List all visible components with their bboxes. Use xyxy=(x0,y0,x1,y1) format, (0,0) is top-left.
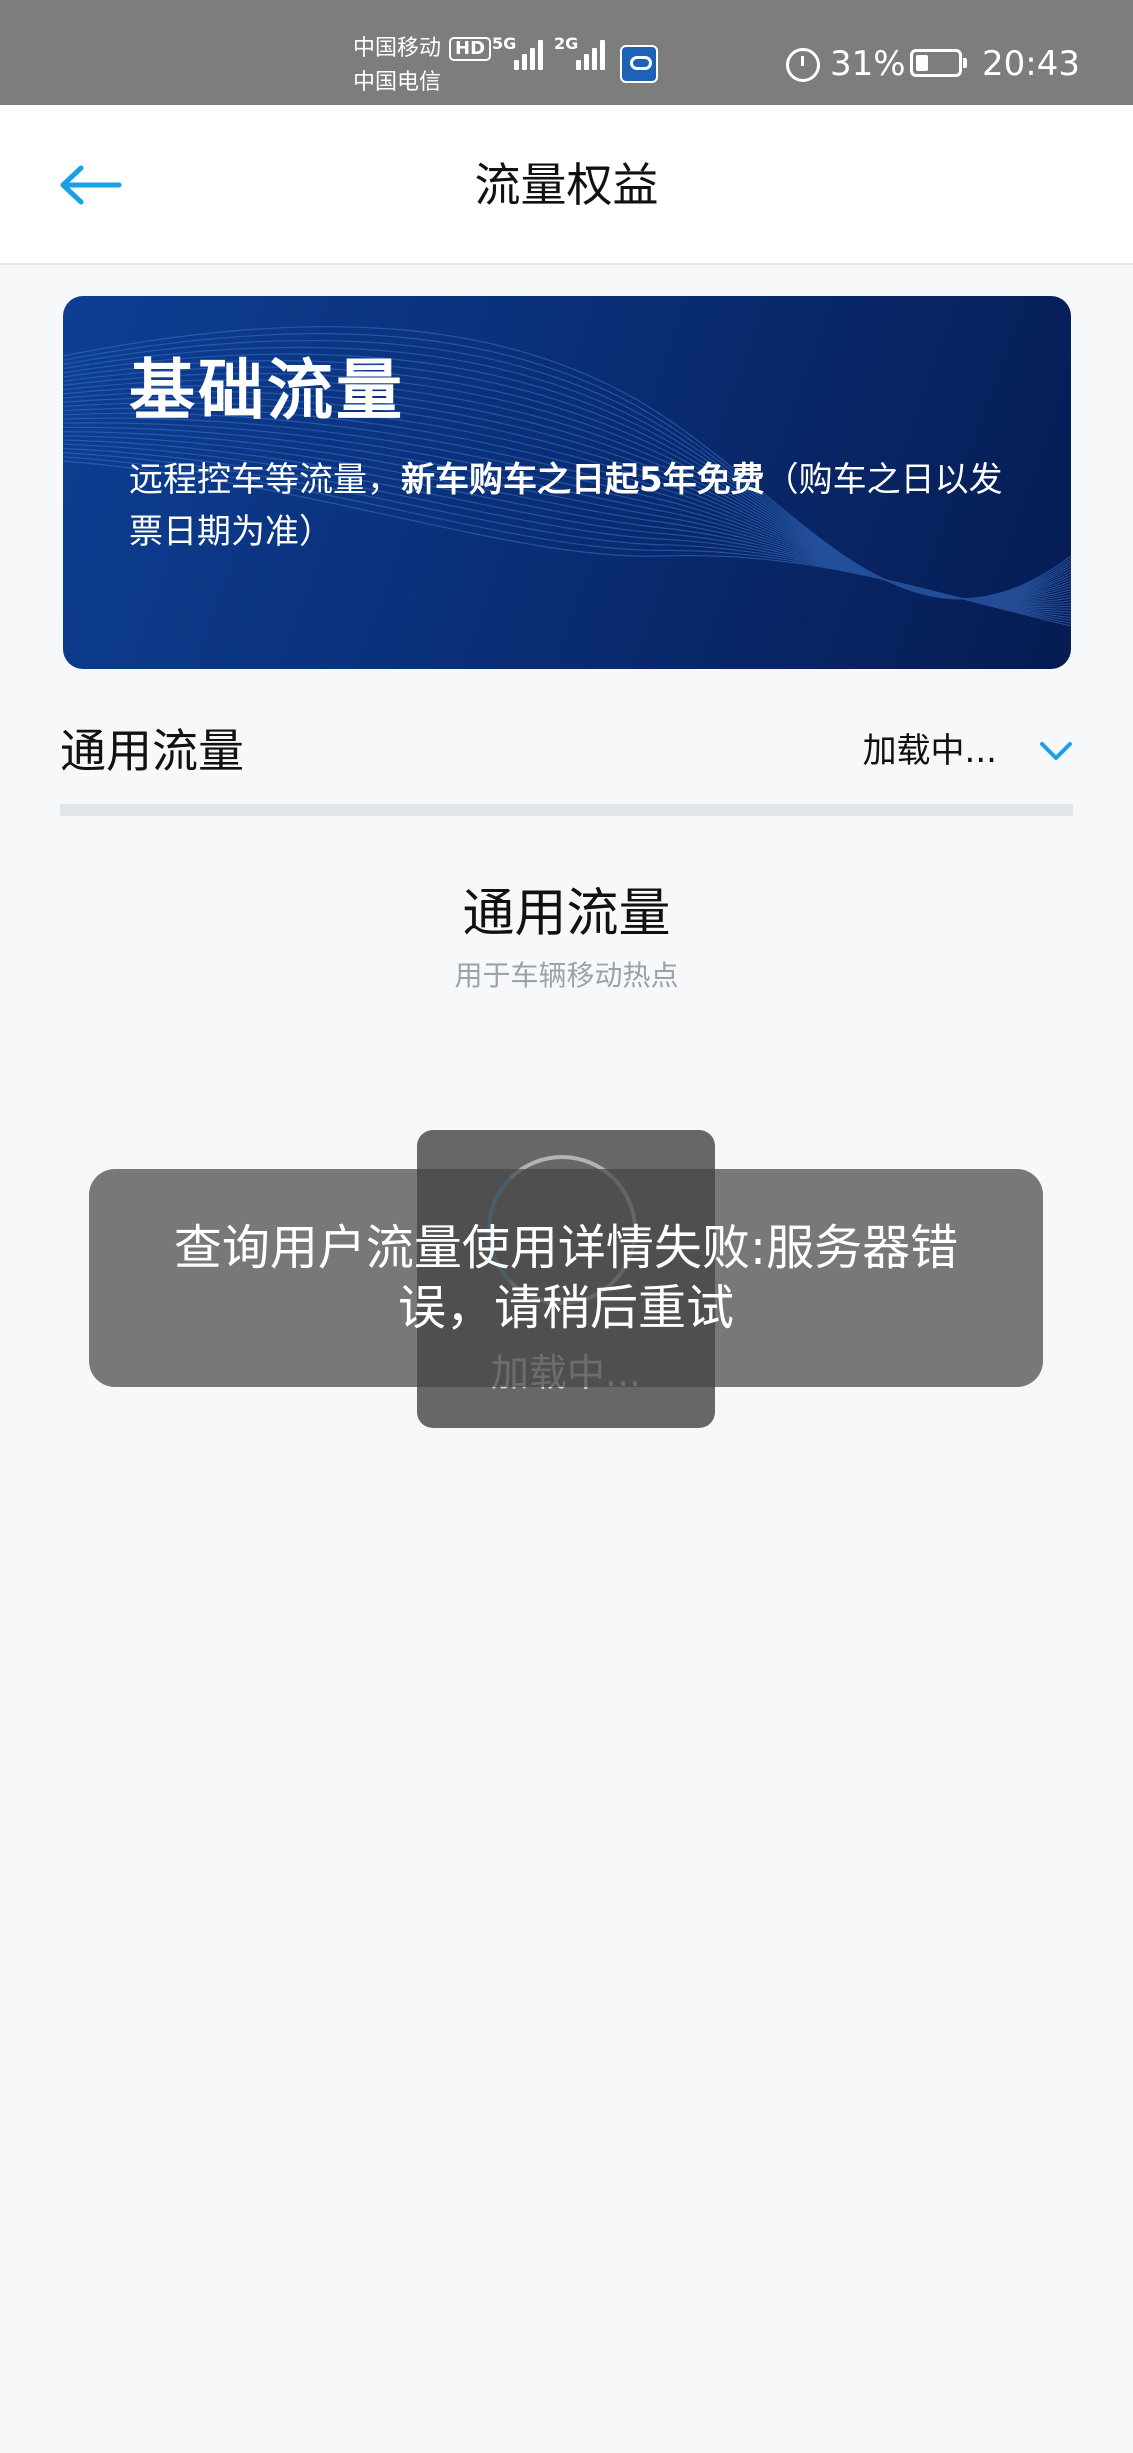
status-bar: 中国移动 HD 中国电信 5G 2G 31% 20:43 xyxy=(0,0,1133,105)
signal-2g-icon: 2G xyxy=(554,34,605,70)
alarm-icon xyxy=(786,48,820,82)
dropdown-value: 加载中... xyxy=(862,731,997,771)
hd-badge: HD xyxy=(449,37,492,61)
banner-desc-part-1: 远程控车等流量， xyxy=(129,460,401,500)
usage-title: 通用流量 xyxy=(462,884,671,944)
carrier-1: 中国移动 xyxy=(353,36,442,61)
section-divider xyxy=(60,804,1073,816)
package-dropdown[interactable]: 加载中... xyxy=(863,727,1073,775)
banner-desc-highlight: 新车购车之日起5年免费 xyxy=(401,460,765,500)
error-toast: 查询用户流量使用详情失败:服务器错误，请稍后重试 xyxy=(89,1169,1043,1387)
banner-title: 基础流量 xyxy=(129,352,405,429)
carrier-info: 中国移动 HD 中国电信 xyxy=(353,32,492,100)
basic-data-banner: 基础流量 远程控车等流量，新车购车之日起5年免费（购车之日以发票日期为准） xyxy=(63,296,1071,669)
nav-bar: 流量权益 xyxy=(0,105,1133,265)
carrier-2: 中国电信 xyxy=(353,70,442,95)
clock: 20:43 xyxy=(982,44,1080,84)
chevron-down-icon xyxy=(1040,742,1072,760)
section-title: 通用流量 xyxy=(60,724,244,778)
general-data-header: 通用流量 加载中... xyxy=(60,715,1073,795)
battery-fill xyxy=(916,55,928,71)
battery-percent: 31% xyxy=(830,44,906,84)
hotspot-icon xyxy=(620,45,658,83)
usage-caption: 用于车辆移动热点 xyxy=(454,959,679,992)
page-title: 流量权益 xyxy=(474,158,659,212)
banner-description: 远程控车等流量，新车购车之日起5年免费（购车之日以发票日期为准） xyxy=(129,454,1029,558)
battery-icon xyxy=(910,49,967,77)
signal-5g-icon: 5G xyxy=(492,34,543,70)
toast-message: 查询用户流量使用详情失败:服务器错误，请稍后重试 xyxy=(173,1220,959,1336)
